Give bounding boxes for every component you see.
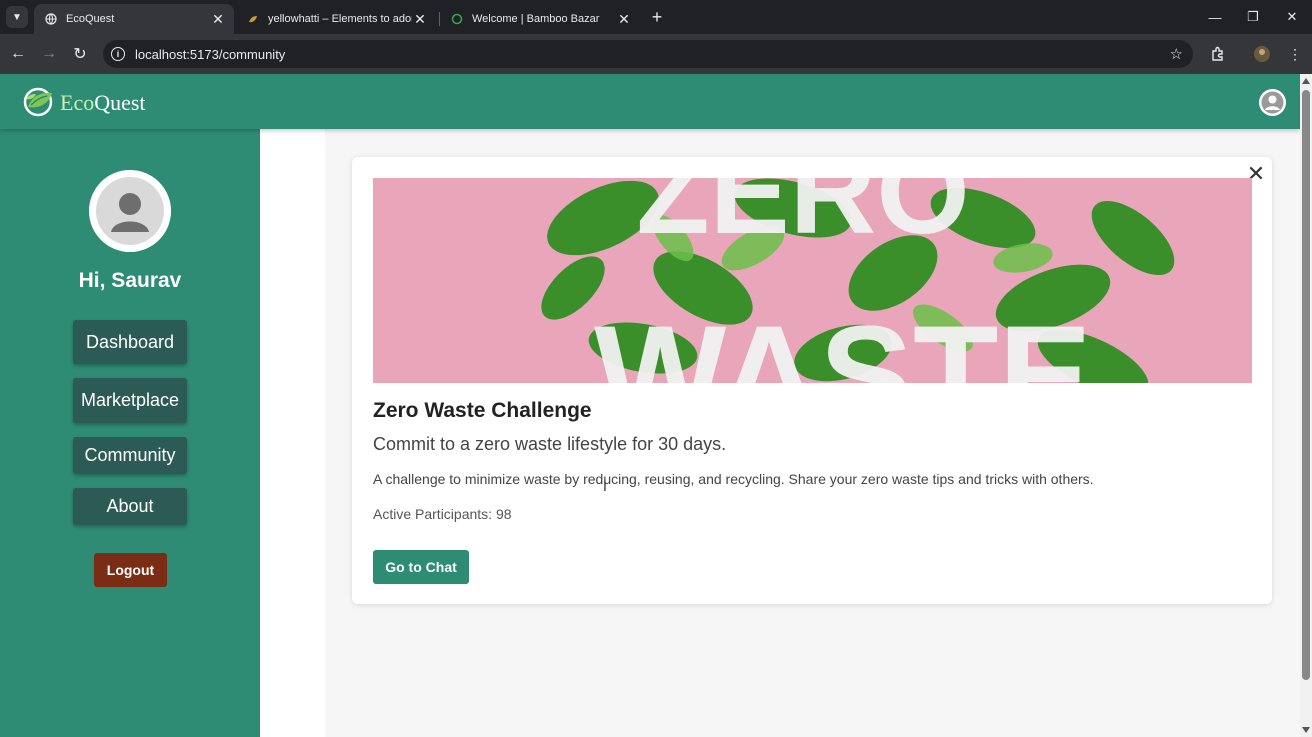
address-bar[interactable]: i localhost:5173/community ☆: [103, 40, 1193, 68]
new-tab-button[interactable]: +: [647, 7, 667, 27]
tab-title: yellowhatti – Elements to adorn: [268, 13, 412, 25]
logout-button[interactable]: Logout: [94, 553, 167, 587]
user-greeting: Hi, Saurav: [78, 269, 182, 292]
back-arrow-icon[interactable]: ←: [6, 42, 30, 66]
challenge-title: Zero Waste Challenge: [373, 399, 592, 422]
close-window-icon[interactable]: ✕: [1272, 6, 1312, 28]
globe-icon: [44, 12, 58, 26]
challenge-subtitle: Commit to a zero waste lifestyle for 30 …: [373, 434, 727, 454]
sidebar: Hi, Saurav Dashboard Marketplace Communi…: [0, 129, 260, 737]
url-text[interactable]: localhost:5173/community: [135, 47, 285, 62]
active-participants: Active Participants: 98: [373, 506, 512, 522]
scroll-down-icon[interactable]: [1302, 727, 1310, 733]
menu-kebab-icon[interactable]: ⋮: [1284, 43, 1306, 65]
minimize-icon[interactable]: —: [1195, 6, 1235, 28]
text-cursor-icon: I: [603, 478, 607, 494]
leaf-favicon-icon: [246, 12, 260, 26]
scrollbar-thumb[interactable]: [1302, 90, 1310, 680]
browser-tab-strip: ▼ EcoQuest ✕ yellowhatti – Elements to a…: [0, 0, 1312, 34]
scroll-up-icon[interactable]: [1302, 78, 1310, 84]
browser-tab-yellowhatti[interactable]: yellowhatti – Elements to adorn ✕: [236, 4, 436, 34]
browser-toolbar: ← → ↻ i localhost:5173/community ☆ ⋮: [0, 34, 1312, 74]
image-text-waste: WASTE: [594, 296, 1092, 383]
brand-name[interactable]: EcoQuest: [60, 90, 146, 116]
browser-tab-bamboo-bazar[interactable]: Welcome | Bamboo Bazar ✕: [440, 4, 640, 34]
zero-waste-image: ZERO WASTE: [373, 178, 1252, 383]
page-viewport: EcoQuest Hi, Saurav Dashboard Marketplac…: [0, 74, 1300, 737]
close-tab-icon[interactable]: ✕: [412, 11, 428, 27]
sidebar-item-dashboard[interactable]: Dashboard: [73, 320, 187, 364]
sidebar-item-marketplace[interactable]: Marketplace: [73, 378, 187, 423]
tab-search-icon[interactable]: ▼: [6, 6, 28, 28]
forward-arrow-icon[interactable]: →: [37, 42, 61, 66]
close-tab-icon[interactable]: ✕: [210, 11, 226, 27]
ecoquest-logo-icon[interactable]: [22, 87, 56, 117]
restore-icon[interactable]: ❐: [1233, 6, 1273, 28]
bamboo-favicon-icon: [450, 12, 464, 26]
bookmark-star-icon[interactable]: ☆: [1170, 45, 1183, 63]
challenge-card: ✕ ZERO WASTE Zero Waste Challenge Commit…: [352, 157, 1272, 604]
tab-title: Welcome | Bamboo Bazar: [472, 13, 600, 25]
site-info-icon[interactable]: i: [111, 47, 125, 61]
profile-picture-icon: [89, 170, 171, 252]
page-scrollbar[interactable]: [1300, 74, 1312, 737]
tab-title: EcoQuest: [66, 13, 115, 25]
challenge-description: A challenge to minimize waste by reducin…: [373, 471, 1094, 487]
reload-icon[interactable]: ↻: [68, 42, 92, 66]
browser-tab-ecoquest[interactable]: EcoQuest ✕: [34, 4, 234, 34]
profile-avatar-icon[interactable]: [1251, 43, 1273, 65]
go-to-chat-button[interactable]: Go to Chat: [373, 550, 469, 584]
content-gutter: [260, 129, 325, 737]
sidebar-item-community[interactable]: Community: [73, 437, 187, 474]
app-header: EcoQuest: [0, 74, 1300, 129]
close-tab-icon[interactable]: ✕: [616, 11, 632, 27]
user-avatar-icon[interactable]: [1259, 89, 1286, 116]
sidebar-item-about[interactable]: About: [73, 488, 187, 525]
image-text-zero: ZERO: [636, 178, 969, 259]
extensions-icon[interactable]: [1207, 43, 1229, 65]
